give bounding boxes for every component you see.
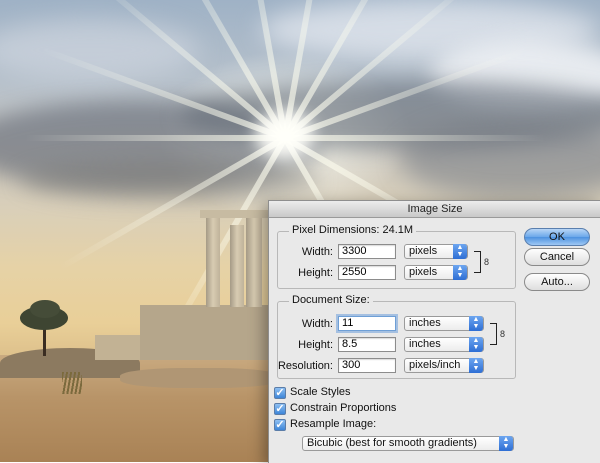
pixel-dimensions-size: 24.1M bbox=[382, 224, 414, 236]
popup-arrows-icon: ▲ ▼ bbox=[469, 316, 483, 331]
popup-arrows-icon: ▲ ▼ bbox=[469, 337, 483, 352]
resolution-unit: pixels/inch bbox=[409, 359, 461, 371]
ok-button[interactable]: OK bbox=[524, 228, 590, 246]
doc-height-unit: inches bbox=[409, 338, 441, 350]
constrain-proportions-label[interactable]: Constrain Proportions bbox=[290, 402, 396, 414]
pixel-dimensions-label: Pixel Dimensions: bbox=[292, 224, 380, 236]
pixel-proportion-bracket bbox=[474, 251, 481, 273]
doc-proportion-bracket bbox=[490, 323, 497, 345]
doc-height-unit-select[interactable]: inches ▲ ▼ bbox=[404, 337, 484, 352]
doc-width-unit: inches bbox=[409, 317, 441, 329]
image-size-dialog: Image Size Pixel Dimensions: 24.1M Width… bbox=[268, 200, 600, 463]
popup-arrows-icon: ▲ ▼ bbox=[469, 358, 483, 373]
dialog-title[interactable]: Image Size bbox=[269, 201, 600, 218]
cancel-button[interactable]: Cancel bbox=[524, 248, 590, 266]
resample-method-value: Bicubic (best for smooth gradients) bbox=[307, 437, 477, 449]
checkmark-icon: ✓ bbox=[275, 403, 285, 415]
resolution-input[interactable] bbox=[338, 358, 396, 373]
resolution-unit-select[interactable]: pixels/inch ▲ ▼ bbox=[404, 358, 484, 373]
doc-width-label: Width: bbox=[301, 318, 333, 330]
popup-arrows-icon: ▲ ▼ bbox=[453, 244, 467, 259]
pixel-width-label: Width: bbox=[301, 246, 333, 258]
checkmark-icon: ✓ bbox=[275, 387, 285, 399]
resample-image-label[interactable]: Resample Image: bbox=[290, 418, 376, 430]
pixel-width-unit-select[interactable]: pixels ▲ ▼ bbox=[404, 244, 468, 259]
resample-image-checkbox[interactable]: ✓ bbox=[274, 419, 286, 431]
scale-styles-label[interactable]: Scale Styles bbox=[290, 386, 351, 398]
pixel-height-label: Height: bbox=[298, 267, 333, 279]
pixel-height-unit-select[interactable]: pixels ▲ ▼ bbox=[404, 265, 468, 280]
resolution-label: Resolution: bbox=[277, 360, 333, 372]
document-size-legend: Document Size: bbox=[289, 294, 373, 306]
chain-link-icon: 8 bbox=[500, 329, 506, 339]
pixel-height-input[interactable] bbox=[338, 265, 396, 280]
scale-styles-checkbox[interactable]: ✓ bbox=[274, 387, 286, 399]
resample-method-select[interactable]: Bicubic (best for smooth gradients) ▲ ▼ bbox=[302, 436, 514, 451]
pixel-width-unit: pixels bbox=[409, 245, 438, 257]
pixel-width-input[interactable] bbox=[338, 244, 396, 259]
checkmark-icon: ✓ bbox=[275, 419, 285, 431]
constrain-proportions-checkbox[interactable]: ✓ bbox=[274, 403, 286, 415]
doc-width-input[interactable] bbox=[338, 316, 396, 331]
pixel-dimensions-legend: Pixel Dimensions: 24.1M bbox=[289, 224, 417, 236]
doc-height-input[interactable] bbox=[338, 337, 396, 352]
doc-width-unit-select[interactable]: inches ▲ ▼ bbox=[404, 316, 484, 331]
chain-link-icon: 8 bbox=[484, 257, 490, 267]
doc-height-label: Height: bbox=[298, 339, 333, 351]
popup-arrows-icon: ▲ ▼ bbox=[499, 436, 513, 451]
pixel-height-unit: pixels bbox=[409, 266, 438, 278]
auto-button[interactable]: Auto... bbox=[524, 273, 590, 291]
popup-arrows-icon: ▲ ▼ bbox=[453, 265, 467, 280]
